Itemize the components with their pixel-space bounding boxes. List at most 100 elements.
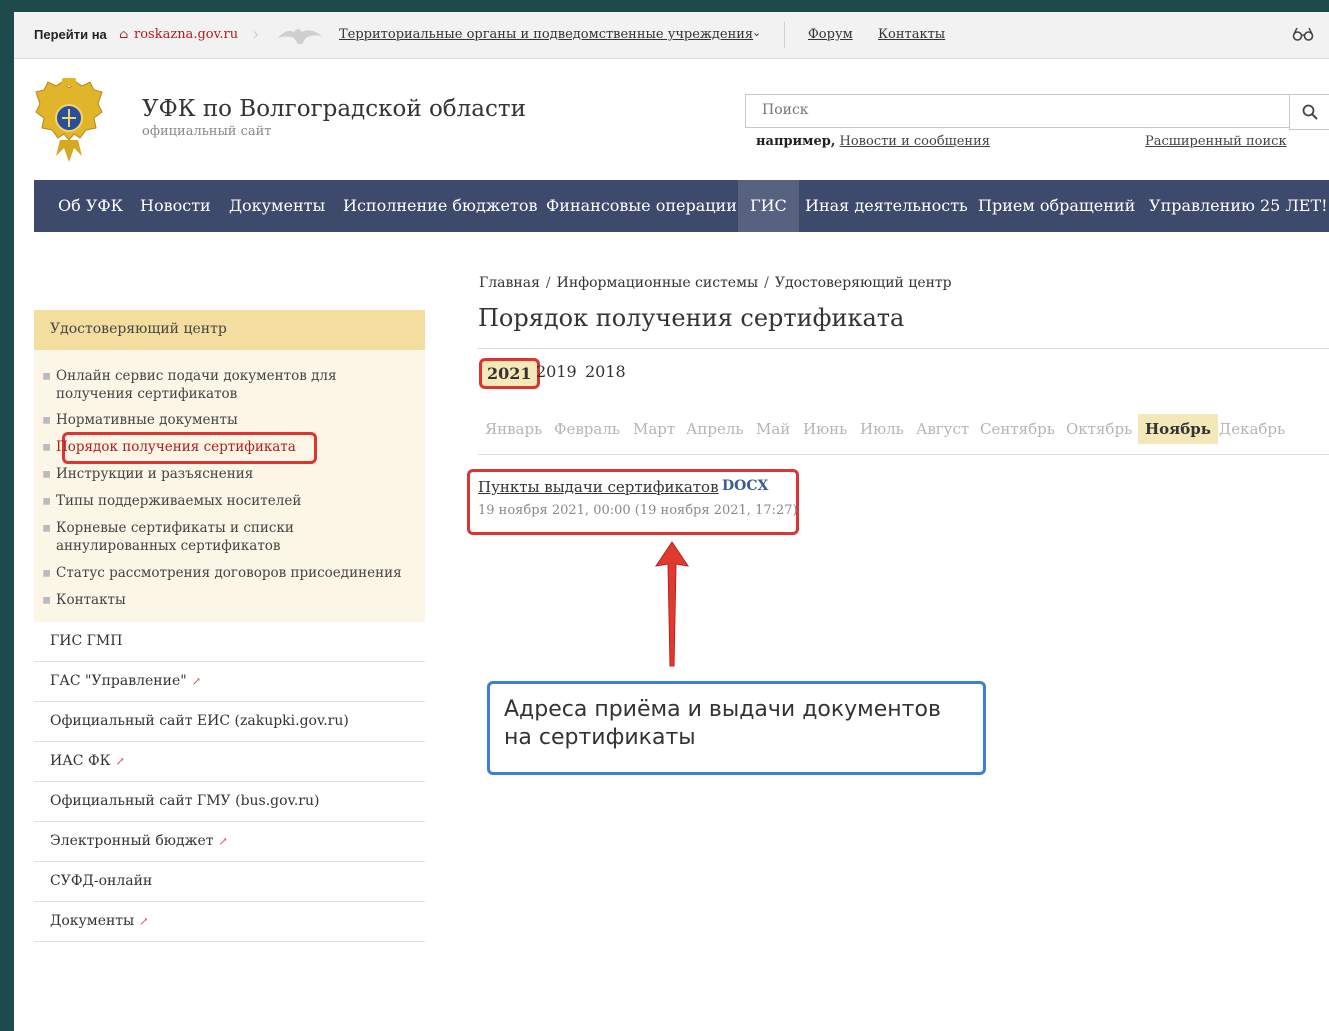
month-august[interactable]: Август <box>916 420 969 438</box>
territorial-bodies-link[interactable]: Территориальные органы и подведомственны… <box>339 27 753 42</box>
search-input[interactable] <box>746 95 1282 125</box>
document-link[interactable]: Пункты выдачи сертификатов <box>478 478 719 496</box>
advanced-search-link[interactable]: Расширенный поиск <box>1145 134 1287 149</box>
example-prefix: например, <box>756 134 836 149</box>
top-utility-bar: Перейти на ⌂ roskazna.gov.ru › Территори… <box>14 12 1329 59</box>
bullet-icon: ▪ <box>42 466 52 482</box>
sidebar-subitem-label: Нормативные документы <box>56 412 238 428</box>
nav-item-anniversary[interactable]: Управлению 25 ЛЕТ! <box>1149 180 1328 232</box>
search-button[interactable] <box>1289 94 1329 130</box>
red-arrow-up-icon <box>654 541 690 667</box>
sidebar-section-header[interactable]: Удостоверяющий центр <box>34 310 425 350</box>
roskazna-link[interactable]: roskazna.gov.ru <box>134 27 238 42</box>
sidebar-subitem-certificate-procedure[interactable]: ▪ Порядок получения сертификата <box>42 438 296 456</box>
month-march[interactable]: Март <box>633 420 675 438</box>
sidebar-link-sufd-online[interactable]: СУФД-онлайн <box>34 862 425 902</box>
eagle-silhouette-icon <box>278 29 322 44</box>
accessibility-glasses-icon[interactable] <box>1292 26 1314 42</box>
sidebar-link-documents[interactable]: Документы ↗ <box>34 902 425 942</box>
month-december[interactable]: Декабрь <box>1219 420 1285 438</box>
year-2021[interactable]: 2021 <box>479 358 540 389</box>
month-november[interactable]: Ноябрь <box>1138 414 1218 444</box>
external-link-icon: ↗ <box>139 915 149 928</box>
bullet-icon: ▪ <box>42 439 52 455</box>
bullet-icon: ▪ <box>42 493 52 509</box>
breadcrumb-certification-center[interactable]: Удостоверяющий центр <box>775 275 952 291</box>
search-box <box>745 94 1299 128</box>
sidebar-link-label: Официальный сайт ГМУ (bus.gov.ru) <box>50 793 320 809</box>
month-filter: Январь Февраль Март Апрель Май Июнь Июль… <box>479 414 1329 448</box>
contacts-link[interactable]: Контакты <box>878 27 945 42</box>
divider <box>478 454 1329 455</box>
chevron-separator-icon: › <box>252 24 260 45</box>
document-date: 19 ноября 2021, 00:00 (19 ноября 2021, 1… <box>478 503 798 518</box>
external-link-icon: ↗ <box>218 835 228 848</box>
sidebar-subitem-label: Типы поддерживаемых носителей <box>56 493 302 509</box>
sidebar-subitem-instructions[interactable]: ▪ Инструкции и разъяснения <box>42 465 253 483</box>
sidebar-subitem-media-types[interactable]: ▪ Типы поддерживаемых носителей <box>42 492 302 510</box>
chevron-down-icon[interactable]: ⌄ <box>752 26 761 39</box>
nav-item-news[interactable]: Новости <box>140 180 211 232</box>
sidebar-link-eis[interactable]: Официальный сайт ЕИС (zakupki.gov.ru) <box>34 702 425 742</box>
bullet-icon: ▪ <box>42 412 52 428</box>
external-link-icon: ↗ <box>115 755 125 768</box>
breadcrumb-separator: / <box>764 275 769 291</box>
month-may[interactable]: Май <box>756 420 790 438</box>
sidebar-subitem-agreement-status[interactable]: ▪ Статус рассмотрения договоров присоеди… <box>42 564 402 582</box>
sidebar-link-electronic-budget[interactable]: Электронный бюджет ↗ <box>34 822 425 862</box>
annotation-callout: Адреса приёма и выдачи документов на сер… <box>487 681 986 775</box>
month-october[interactable]: Октябрь <box>1066 420 1132 438</box>
nav-item-financial-operations[interactable]: Финансовые операции <box>546 180 737 232</box>
goto-label: Перейти на <box>34 27 107 42</box>
bullet-icon: ▪ <box>42 592 52 608</box>
sidebar-subitem-root-certificates[interactable]: ▪ Корневые сертификаты и списки аннулиро… <box>42 519 316 555</box>
sidebar-link-label: СУФД-онлайн <box>50 873 153 889</box>
sidebar-subitem-regulations[interactable]: ▪ Нормативные документы <box>42 411 238 429</box>
month-january[interactable]: Январь <box>485 420 542 438</box>
sidebar-link-label: Документы ↗ <box>50 913 149 929</box>
month-july[interactable]: Июль <box>860 420 904 438</box>
nav-item-appeals[interactable]: Прием обращений <box>978 180 1135 232</box>
sidebar-subitem-label: Статус рассмотрения договоров присоедине… <box>56 565 402 581</box>
site-subtitle: официальный сайт <box>142 124 272 139</box>
search-example: например, Новости и сообщения <box>756 134 990 149</box>
sidebar-subitem-label: Онлайн сервис подачи документов для полу… <box>56 368 337 402</box>
breadcrumb-home[interactable]: Главная <box>479 275 540 291</box>
nav-item-other-activity[interactable]: Иная деятельность <box>805 180 968 232</box>
nav-item-budget-execution[interactable]: Исполнение бюджетов <box>343 180 537 232</box>
nav-item-about[interactable]: Об УФК <box>58 180 123 232</box>
sidebar-subitem-label: Корневые сертификаты и списки аннулирова… <box>56 520 294 554</box>
nav-item-gis[interactable]: ГИС <box>738 180 799 232</box>
month-february[interactable]: Февраль <box>554 420 620 438</box>
month-september[interactable]: Сентябрь <box>980 420 1055 438</box>
sidebar-section-title: Удостоверяющий центр <box>50 321 227 337</box>
year-2019[interactable]: 2019 <box>536 362 577 381</box>
home-icon: ⌂ <box>119 27 129 41</box>
sidebar-subitem-label: Порядок получения сертификата <box>56 439 296 455</box>
bullet-icon: ▪ <box>42 368 52 384</box>
breadcrumb-info-systems[interactable]: Информационные системы <box>557 275 759 291</box>
sidebar-subitem-contacts[interactable]: ▪ Контакты <box>42 591 126 609</box>
sidebar-link-gis-gmp[interactable]: ГИС ГМП <box>34 622 425 662</box>
external-link-icon: ↗ <box>191 675 201 688</box>
slide-frame-left <box>0 0 14 1031</box>
search-icon <box>1302 104 1318 120</box>
nav-item-documents[interactable]: Документы <box>229 180 325 232</box>
month-june[interactable]: Июнь <box>803 420 847 438</box>
page-title: Порядок получения сертификата <box>478 304 905 332</box>
sidebar-link-gas-upravlenie[interactable]: ГАС "Управление" ↗ <box>34 662 425 702</box>
main-navigation: Об УФК Новости Документы Исполнение бюдж… <box>34 180 1329 232</box>
double-headed-eagle-logo[interactable] <box>34 78 104 164</box>
example-link[interactable]: Новости и сообщения <box>840 134 990 149</box>
sidebar-subitem-label: Контакты <box>56 592 126 608</box>
year-2018[interactable]: 2018 <box>585 362 626 381</box>
web-page: Перейти на ⌂ roskazna.gov.ru › Территори… <box>14 12 1329 1031</box>
sidebar-subitem-online-service[interactable]: ▪ Онлайн сервис подачи документов для по… <box>42 367 356 403</box>
sidebar-link-ias-fk[interactable]: ИАС ФК ↗ <box>34 742 425 782</box>
forum-link[interactable]: Форум <box>808 27 853 42</box>
sidebar-link-gmu[interactable]: Официальный сайт ГМУ (bus.gov.ru) <box>34 782 425 822</box>
bullet-icon: ▪ <box>42 520 52 536</box>
file-type-badge[interactable]: DOCX <box>722 478 768 494</box>
month-april[interactable]: Апрель <box>686 420 744 438</box>
site-title[interactable]: УФК по Волгоградской области <box>142 96 526 122</box>
